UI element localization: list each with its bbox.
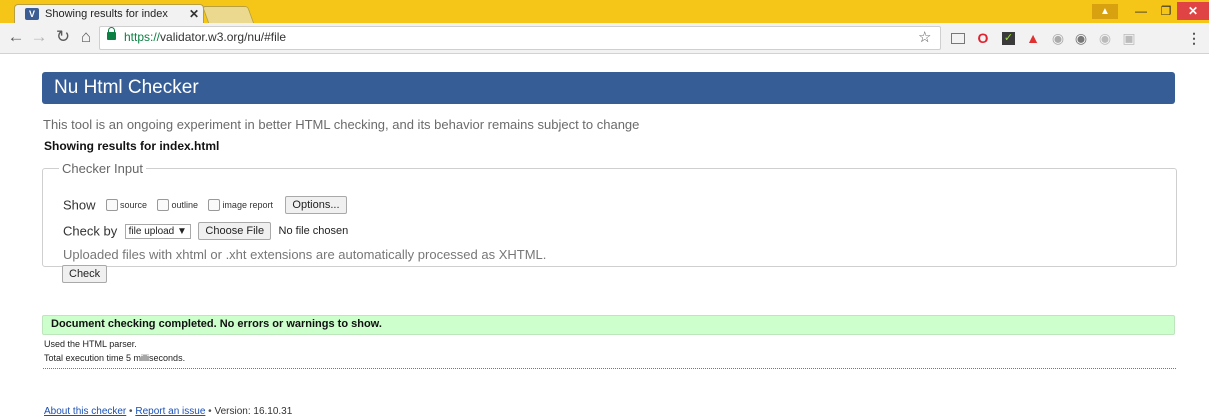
page-title: Nu Html Checker <box>54 77 199 98</box>
show-options-row: Show source outline image report Options… <box>63 196 347 214</box>
about-link[interactable]: About this checker <box>44 406 126 417</box>
page-header: Nu Html Checker <box>42 72 1175 104</box>
extension-icon[interactable]: ◉ <box>1097 30 1113 46</box>
success-message: Document checking completed. No errors o… <box>42 315 1175 335</box>
validator-favicon-icon: V <box>25 8 39 20</box>
menu-icon[interactable]: ⋮ <box>1186 30 1202 46</box>
opera-icon[interactable]: O <box>975 30 991 46</box>
tab-title: Showing results for index <box>45 8 168 20</box>
intro-text: This tool is an ongoing experiment in be… <box>43 117 640 132</box>
tab-close-icon[interactable]: ✕ <box>188 7 200 21</box>
footer-separator: • <box>208 406 212 417</box>
image-report-checkbox[interactable] <box>208 199 221 211</box>
window-close-icon[interactable]: ✕ <box>1177 2 1209 20</box>
source-checkbox[interactable] <box>105 199 118 211</box>
check-extension-icon[interactable]: ✓ <box>1002 32 1015 45</box>
extension-icon[interactable]: ▣ <box>1121 30 1137 46</box>
new-tab-button[interactable] <box>201 6 255 23</box>
checker-input-legend: Checker Input <box>62 161 143 176</box>
footer: About this checker • Report an issue • V… <box>44 406 292 417</box>
outline-checkbox[interactable] <box>157 199 170 211</box>
show-label: Show <box>63 197 96 213</box>
divider <box>43 368 1176 369</box>
outline-checkbox-label[interactable]: outline <box>171 200 198 210</box>
maximize-icon[interactable]: ❐ <box>1153 2 1179 20</box>
star-icon[interactable]: ☆ <box>918 28 931 46</box>
url-text: https://validator.w3.org/nu/#file <box>124 30 287 44</box>
file-status: No file chosen <box>278 225 349 237</box>
browser-toolbar: ← → ↻ ⌂ https://validator.w3.org/nu/#fil… <box>0 23 1209 54</box>
address-bar[interactable]: https://validator.w3.org/nu/#file ☆ <box>99 26 941 50</box>
check-button[interactable]: Check <box>62 265 108 283</box>
checker-input-fieldset: Checker Input Show source outline image … <box>42 161 1177 283</box>
xhtml-note: Uploaded files with xhtml or .xht extens… <box>63 247 547 262</box>
triangle-extension-icon[interactable]: ▲ <box>1025 30 1041 46</box>
minimize-icon[interactable]: — <box>1128 2 1154 20</box>
choose-file-button[interactable]: Choose File <box>198 222 272 240</box>
check-by-label: Check by <box>63 223 118 239</box>
check-by-select[interactable]: file upload ▼ <box>124 223 191 239</box>
back-icon[interactable]: ← <box>6 27 26 47</box>
browser-tab[interactable]: V Showing results for index ✕ <box>14 4 204 24</box>
extension-icon[interactable]: ◉ <box>1073 30 1089 46</box>
parser-info: Used the HTML parser. <box>44 339 137 349</box>
options-button[interactable]: Options... <box>285 196 347 214</box>
dropdown-arrow-icon: ▼ <box>177 225 187 237</box>
execution-time: Total execution time 5 milliseconds. <box>44 353 186 363</box>
reload-icon[interactable]: ↻ <box>53 27 73 47</box>
forward-icon[interactable]: → <box>29 27 49 47</box>
check-by-row: Check by file upload ▼ Choose File No fi… <box>63 222 348 240</box>
extension-icon[interactable]: ◉ <box>1050 30 1066 46</box>
check-row: Check <box>62 265 108 283</box>
cast-icon[interactable] <box>951 33 965 44</box>
browser-titlebar: V Showing results for index ✕ ▲ — ❐ ✕ <box>0 0 1209 24</box>
image-report-checkbox-label[interactable]: image report <box>222 200 273 210</box>
version-text: Version: 16.10.31 <box>214 406 293 417</box>
lock-icon <box>107 27 116 40</box>
report-issue-link[interactable]: Report an issue <box>135 406 205 417</box>
results-heading: Showing results for index.html <box>44 139 220 153</box>
user-profile-icon[interactable]: ▲ <box>1092 4 1118 19</box>
success-message-text: Document checking completed. No errors o… <box>51 318 382 330</box>
footer-separator: • <box>129 406 133 417</box>
home-icon[interactable]: ⌂ <box>76 27 96 47</box>
source-checkbox-label[interactable]: source <box>120 200 147 210</box>
